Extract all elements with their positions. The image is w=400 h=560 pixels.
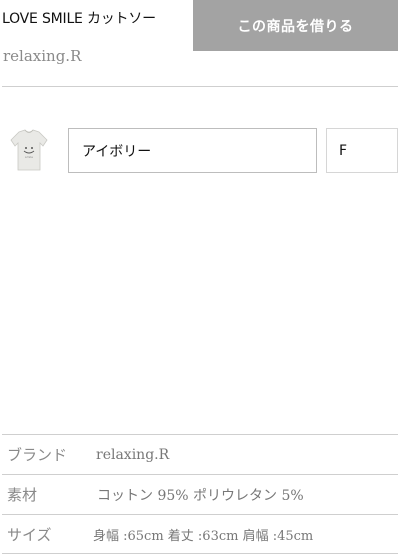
- spec-value[interactable]: relaxing.R: [96, 447, 169, 463]
- spec-label: ブランド: [7, 446, 68, 464]
- color-select-value: アイボリー: [82, 143, 152, 160]
- color-select[interactable]: アイボリー: [68, 128, 317, 173]
- spec-table: ブランド relaxing.R 素材 コットン 95% ポリウレタン 5% サイ…: [2, 434, 398, 554]
- svg-text:smile: smile: [25, 155, 33, 159]
- size-select[interactable]: F: [326, 128, 398, 173]
- product-title: LOVE SMILE カットソー: [2, 11, 156, 27]
- spec-row-brand: ブランド relaxing.R: [2, 434, 398, 474]
- divider: [2, 86, 398, 87]
- spec-row-material: 素材 コットン 95% ポリウレタン 5%: [2, 474, 398, 514]
- spec-label: 素材: [7, 486, 38, 504]
- rent-item-button[interactable]: この商品を借りる: [193, 0, 398, 51]
- spec-row-size: サイズ 身幅 :65cm 着丈 :63cm 肩幅 :45cm: [2, 514, 398, 554]
- brand-name[interactable]: relaxing.R: [3, 47, 81, 65]
- spec-value: 身幅 :65cm 着丈 :63cm 肩幅 :45cm: [93, 528, 314, 544]
- spec-label: サイズ: [7, 525, 52, 544]
- variant-selector-row: smile アイボリー F: [0, 126, 400, 176]
- size-select-value: F: [339, 142, 348, 159]
- spec-value: コットン 95% ポリウレタン 5%: [97, 487, 304, 504]
- tshirt-thumbnail-icon[interactable]: smile: [9, 126, 49, 174]
